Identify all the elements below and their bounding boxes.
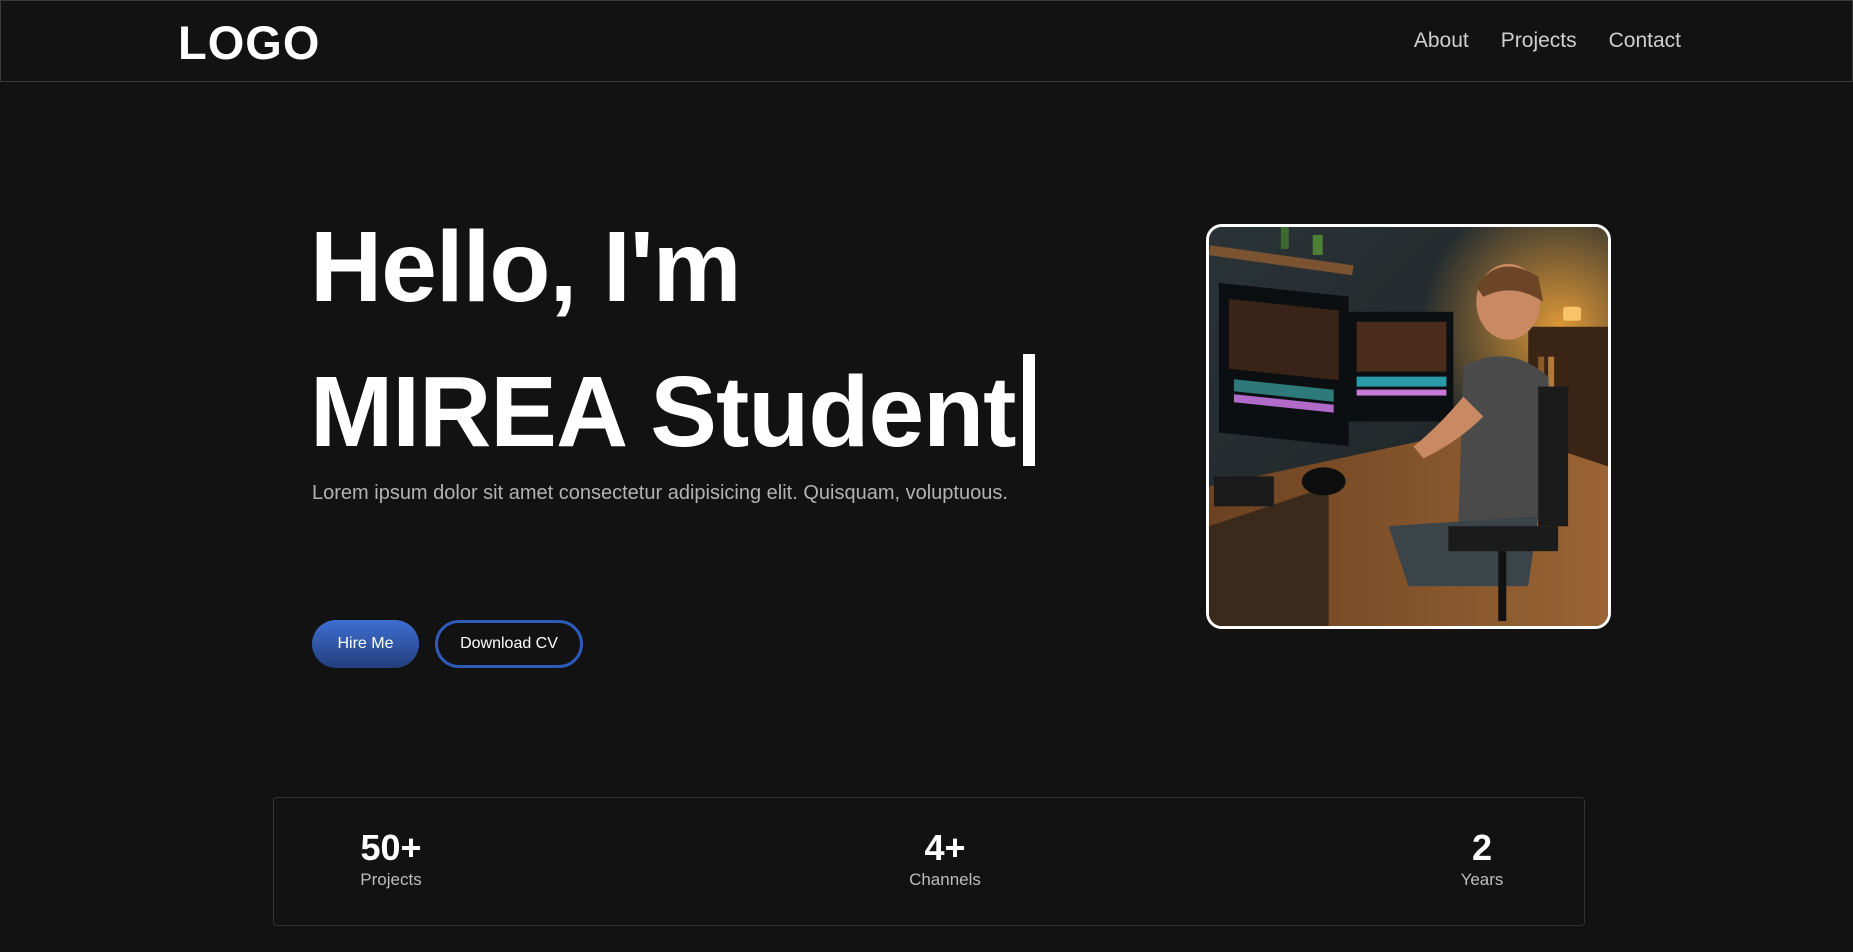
stat-label: Years bbox=[1460, 870, 1504, 889]
logo[interactable]: LOGO bbox=[178, 15, 320, 70]
nav-link-projects[interactable]: Projects bbox=[1501, 29, 1577, 53]
hero-image bbox=[1206, 224, 1611, 629]
hero-buttons: Hire Me Download CV bbox=[312, 620, 583, 668]
stat-label: Channels bbox=[909, 870, 981, 889]
stats-panel: 50+ Projects 4+ Channels 2 Years bbox=[273, 797, 1585, 926]
hero-title: Hello, I'm MIREA Student bbox=[310, 195, 1036, 485]
site-header: LOGO About Projects Contact bbox=[0, 0, 1853, 82]
main-nav: About Projects Contact bbox=[1414, 29, 1681, 53]
hero-title-line-1: Hello, I'm bbox=[310, 211, 742, 323]
hero-title-line-2-wrap: MIREA Student bbox=[310, 340, 1036, 485]
stat-years: 2 Years bbox=[1402, 828, 1562, 890]
hero-title-line-2: MIREA Student bbox=[310, 356, 1016, 468]
video-editor-illustration bbox=[1209, 227, 1608, 626]
nav-link-contact[interactable]: Contact bbox=[1609, 29, 1681, 53]
stat-value: 4+ bbox=[924, 827, 966, 868]
nav-link-about[interactable]: About bbox=[1414, 29, 1469, 53]
hero-description: Lorem ipsum dolor sit amet consectetur a… bbox=[312, 482, 1008, 504]
stat-channels: 4+ Channels bbox=[865, 828, 1025, 890]
stat-projects: 50+ Projects bbox=[311, 828, 471, 890]
typing-caret bbox=[1023, 354, 1036, 466]
hire-me-button[interactable]: Hire Me bbox=[312, 620, 419, 668]
download-cv-button[interactable]: Download CV bbox=[435, 620, 583, 668]
stat-value: 50+ bbox=[360, 827, 422, 868]
stat-value: 2 bbox=[1471, 827, 1493, 868]
page: LOGO About Projects Contact Hello, I'm M… bbox=[0, 0, 1853, 952]
stat-label: Projects bbox=[360, 870, 422, 889]
